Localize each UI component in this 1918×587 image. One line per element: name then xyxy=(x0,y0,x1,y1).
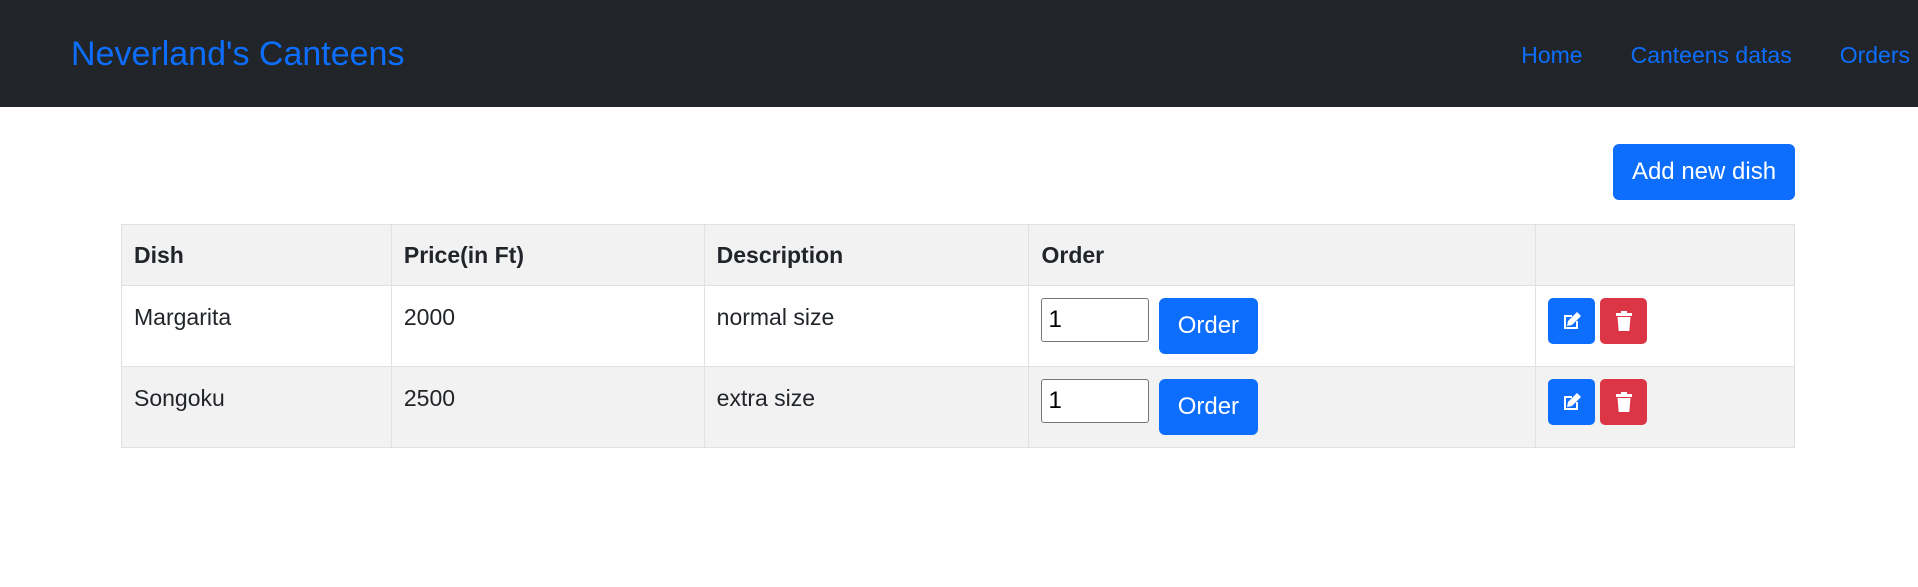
header-description: Description xyxy=(703,224,1030,286)
dish-price: 2000 xyxy=(390,285,705,367)
edit-icon xyxy=(1548,391,1595,413)
quantity-input[interactable] xyxy=(1041,298,1150,342)
dish-name: Songoku xyxy=(121,366,392,448)
header-price: Price(in Ft) xyxy=(390,224,705,286)
nav-link-canteens-datas[interactable]: Canteens datas xyxy=(1607,40,1816,70)
dish-description: normal size xyxy=(703,285,1030,367)
trash-icon xyxy=(1600,310,1647,332)
nav-link-orders[interactable]: Orders xyxy=(1816,40,1918,70)
order-cell: Order xyxy=(1028,366,1537,448)
header-order: Order xyxy=(1028,224,1537,286)
dish-description: extra size xyxy=(703,366,1030,448)
actions-cell xyxy=(1535,285,1795,367)
add-new-dish-button[interactable]: Add new dish xyxy=(1613,144,1795,200)
table-header-row: Dish Price(in Ft) Description Order xyxy=(121,224,1795,286)
delete-button[interactable] xyxy=(1600,298,1648,344)
edit-button[interactable] xyxy=(1548,379,1596,425)
brand-link[interactable]: Neverland's Canteens xyxy=(71,34,404,74)
edit-button[interactable] xyxy=(1548,298,1596,344)
order-cell: Order xyxy=(1028,285,1537,367)
order-button[interactable]: Order xyxy=(1158,379,1258,435)
delete-button[interactable] xyxy=(1600,379,1648,425)
dish-name: Margarita xyxy=(121,285,392,367)
actions-cell xyxy=(1535,366,1795,448)
order-button[interactable]: Order xyxy=(1158,298,1258,354)
edit-icon xyxy=(1548,310,1595,332)
table-row: Songoku 2500 extra size Order xyxy=(121,366,1795,448)
nav-link-home[interactable]: Home xyxy=(1497,40,1606,70)
navbar: Neverland's Canteens Home Canteens datas… xyxy=(0,0,1918,107)
table-row: Margarita 2000 normal size Order xyxy=(121,285,1795,367)
header-actions xyxy=(1535,224,1795,286)
dishes-table: Dish Price(in Ft) Description Order Marg… xyxy=(121,224,1795,448)
dish-price: 2500 xyxy=(390,366,705,448)
trash-icon xyxy=(1600,391,1647,413)
quantity-input[interactable] xyxy=(1041,379,1150,423)
nav-links: Home Canteens datas Orders xyxy=(1497,40,1918,70)
header-dish: Dish xyxy=(121,224,392,286)
